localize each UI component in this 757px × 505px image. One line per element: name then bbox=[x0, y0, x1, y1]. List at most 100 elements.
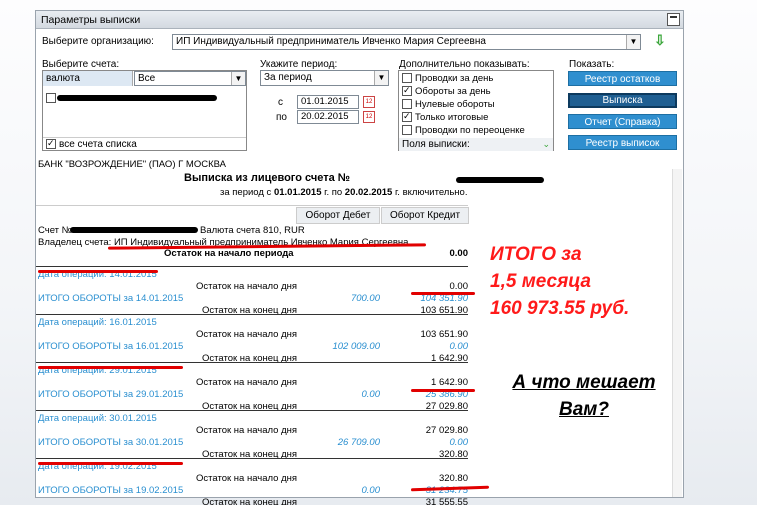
period-label: Укажите период: bbox=[260, 59, 338, 70]
date-label[interactable]: Дата операций: 30.01.2015 bbox=[38, 413, 157, 424]
fields-label: Поля выписки: bbox=[402, 139, 470, 150]
to-date-input[interactable]: 20.02.2015 bbox=[297, 110, 359, 124]
expand-icon[interactable]: ⌄ bbox=[542, 138, 550, 151]
debit-value: 102 009.00 bbox=[332, 341, 380, 352]
redacted-account bbox=[57, 95, 217, 101]
date-underline bbox=[38, 270, 158, 273]
debit-value: 26 709.00 bbox=[337, 437, 380, 448]
start-value: 103 651.90 bbox=[420, 329, 468, 340]
download-arrow-icon[interactable]: ⇩ bbox=[654, 32, 666, 49]
account-checkbox[interactable] bbox=[46, 93, 56, 103]
chevron-down-icon[interactable]: ▼ bbox=[231, 72, 245, 85]
start-value: 320.80 bbox=[438, 473, 468, 484]
calendar-icon[interactable]: 12 bbox=[363, 96, 375, 108]
all-accounts-checkbox[interactable] bbox=[46, 137, 56, 150]
end-value: 31 555.55 bbox=[425, 497, 468, 505]
total-label[interactable]: ИТОГО ОБОРОТЫ за 19.02.2015 bbox=[38, 485, 183, 496]
currency-select[interactable]: Все ▼ bbox=[134, 71, 246, 86]
start-value: 0.00 bbox=[449, 281, 469, 292]
window-title: Параметры выписки bbox=[41, 14, 141, 26]
debit-value: 700.00 bbox=[350, 293, 380, 304]
credit-value: 0.00 bbox=[449, 437, 469, 448]
option-daily-turnover[interactable]: Обороты за день bbox=[402, 84, 491, 98]
opening-value: 0.00 bbox=[449, 248, 469, 259]
account-currency: Валюта счета 810, RUR bbox=[200, 225, 305, 236]
start-value: 1 642.90 bbox=[431, 377, 468, 388]
statement-button[interactable]: Выписка bbox=[568, 93, 677, 108]
date-underline bbox=[38, 462, 183, 465]
chevron-down-icon[interactable]: ▼ bbox=[626, 35, 640, 49]
chevron-down-icon[interactable]: ▼ bbox=[374, 71, 388, 85]
statement-period: за период с 01.01.2015 г. по 20.02.2015 … bbox=[220, 187, 468, 198]
extra-label: Дополнительно показывать: bbox=[399, 59, 530, 70]
col-credit: Оборот Кредит bbox=[381, 207, 469, 224]
end-label: Остаток на конец дня bbox=[202, 497, 298, 505]
start-label: Остаток на начало дня bbox=[196, 281, 298, 292]
start-label: Остаток на начало дня bbox=[196, 329, 298, 340]
day-divider bbox=[36, 458, 468, 459]
option-revaluation[interactable]: Проводки по переоценке bbox=[402, 124, 525, 137]
start-label: Остаток на начало дня bbox=[196, 377, 298, 388]
period-select[interactable]: За период ▼ bbox=[260, 70, 389, 86]
total-label[interactable]: ИТОГО ОБОРОТЫ за 14.01.2015 bbox=[38, 293, 183, 304]
option-totals-only[interactable]: Только итоговые bbox=[402, 110, 488, 124]
day-divider bbox=[36, 362, 468, 363]
org-value: ИП Индивидуальный предприниматель Ивченк… bbox=[176, 36, 486, 47]
day-divider bbox=[36, 314, 468, 315]
from-label: с bbox=[278, 97, 283, 108]
date-label[interactable]: Дата операций: 16.01.2015 bbox=[38, 317, 157, 328]
statement-title: Выписка из лицевого счета № bbox=[184, 172, 351, 184]
total-label[interactable]: ИТОГО ОБОРОТЫ за 30.01.2015 bbox=[38, 437, 183, 448]
col-debit: Оборот Дебет bbox=[296, 207, 380, 224]
day-divider bbox=[36, 410, 468, 411]
currency-value: Все bbox=[138, 73, 156, 84]
to-label: по bbox=[276, 112, 287, 123]
credit-underline bbox=[411, 292, 475, 295]
day-divider bbox=[36, 266, 468, 267]
total-label[interactable]: ИТОГО ОБОРОТЫ за 16.01.2015 bbox=[38, 341, 183, 352]
minimize-icon[interactable] bbox=[667, 13, 680, 26]
accounts-label: Выберите счета: bbox=[42, 59, 120, 70]
all-accounts-label: все счета списка bbox=[59, 139, 137, 150]
annotation-total: ИТОГО за 1,5 месяца 160 973.55 руб. bbox=[490, 244, 630, 319]
option-zero-turnover[interactable]: Нулевые обороты bbox=[402, 98, 495, 111]
divider bbox=[36, 205, 468, 206]
org-select[interactable]: ИП Индивидуальный предприниматель Ивченк… bbox=[172, 34, 641, 50]
redacted-account-number bbox=[456, 177, 544, 183]
bank-name: БАНК "ВОЗРОЖДЕНИЕ" (ПАО) Г МОСКВА bbox=[38, 159, 226, 170]
report-button[interactable]: Отчет (Справка) bbox=[568, 114, 677, 129]
accounts-list[interactable]: валюта Все ▼ все счета списка bbox=[42, 70, 247, 151]
option-daily-entries[interactable]: Проводки за день bbox=[402, 72, 493, 85]
scrollbar[interactable] bbox=[672, 169, 682, 497]
account-prefix: Счет № bbox=[38, 225, 72, 236]
checkbox[interactable] bbox=[402, 110, 412, 123]
fields-row[interactable]: Поля выписки: ⌄ bbox=[399, 138, 553, 151]
start-label: Остаток на начало дня bbox=[196, 473, 298, 484]
opening-label: Остаток на начало периода bbox=[164, 248, 294, 259]
calendar-icon[interactable]: 12 bbox=[363, 111, 375, 123]
period-value: За период bbox=[264, 72, 312, 83]
from-date-input[interactable]: 01.01.2015 bbox=[297, 95, 359, 109]
balances-register-button[interactable]: Реестр остатков bbox=[568, 71, 677, 86]
window-titlebar: Параметры выписки bbox=[36, 11, 683, 29]
extra-options-list: Проводки за день Обороты за день Нулевые… bbox=[398, 70, 554, 151]
org-label: Выберите организацию: bbox=[42, 36, 154, 47]
checkbox[interactable] bbox=[402, 73, 412, 84]
credit-underline bbox=[411, 389, 475, 392]
debit-value: 0.00 bbox=[361, 389, 381, 400]
checkbox[interactable] bbox=[402, 84, 412, 97]
total-label[interactable]: ИТОГО ОБОРОТЫ за 29.01.2015 bbox=[38, 389, 183, 400]
statements-register-button[interactable]: Реестр выписок bbox=[568, 135, 677, 150]
annotation-question: А что мешает Вам? bbox=[512, 372, 656, 420]
checkbox[interactable] bbox=[402, 99, 412, 110]
start-label: Остаток на начало дня bbox=[196, 425, 298, 436]
date-underline bbox=[38, 366, 183, 369]
start-value: 27 029.80 bbox=[425, 425, 468, 436]
checkbox[interactable] bbox=[402, 125, 412, 136]
credit-value: 0.00 bbox=[449, 341, 469, 352]
all-accounts-row[interactable]: все счета списка bbox=[43, 137, 246, 151]
currency-column: валюта bbox=[43, 71, 133, 86]
redacted-account bbox=[70, 227, 198, 233]
debit-value: 0.00 bbox=[361, 485, 381, 496]
show-label: Показать: bbox=[569, 59, 615, 70]
